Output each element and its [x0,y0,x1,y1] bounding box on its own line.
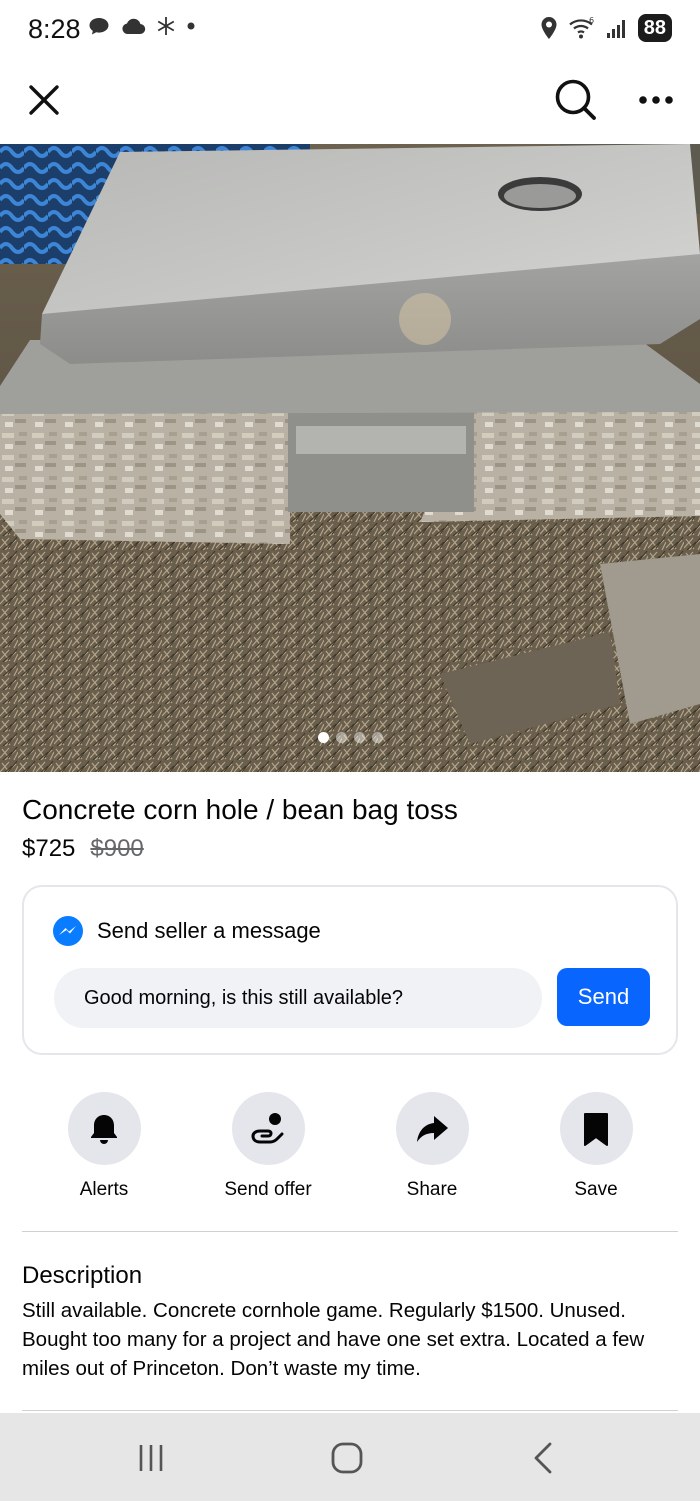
search-button[interactable] [546,70,606,130]
listing-price: $725 [22,835,76,862]
send-offer-label: Send offer [224,1179,312,1200]
status-time: 8:28 [28,14,81,44]
divider [22,1410,678,1411]
message-input[interactable]: Good morning, is this still available? [54,968,542,1028]
send-button[interactable]: Send [557,968,650,1026]
more-options-button[interactable] [626,70,686,130]
wifi-icon: 6 [569,16,594,39]
action-row: Alerts Send offer Share Save [0,1092,700,1212]
notification-icons [88,16,196,36]
share-label: Share [406,1179,458,1200]
recent-apps-icon [139,1445,163,1471]
location-icon [541,17,557,39]
save-button[interactable]: Save [516,1092,676,1201]
offer-hand-icon [251,1112,284,1143]
bookmark-icon [584,1112,608,1146]
send-offer-circle[interactable] [231,1092,305,1165]
original-price: $900 [90,835,144,862]
message-input-value: Good morning, is this still available? [84,986,404,1009]
listing-title: Concrete corn hole / bean bag toss [22,794,458,825]
search-icon [555,79,596,120]
home-button[interactable] [317,1433,377,1483]
divider [22,1231,678,1232]
messenger-icon [53,916,83,946]
save-circle[interactable] [559,1092,633,1165]
alerts-button[interactable]: Alerts [24,1092,184,1201]
share-arrow-icon [417,1115,448,1142]
save-label: Save [574,1179,618,1200]
chat-bubble-icon [89,18,109,35]
recent-apps-button[interactable] [121,1433,181,1483]
top-nav [0,60,700,144]
status-bar: 8:28 6 88 [0,0,700,60]
pagination-dot[interactable] [317,732,329,743]
signal-icon [606,20,625,38]
alerts-label: Alerts [79,1179,129,1200]
send-message-card: Send seller a message Good morning, is t… [22,885,678,1055]
share-button[interactable]: Share [352,1092,512,1201]
description-text: Still available. Concrete cornhole game.… [22,1299,645,1380]
close-icon [29,85,59,115]
pagination-dot[interactable] [335,732,347,743]
system-navigation-bar [0,1413,700,1501]
status-right-icons: 6 88 [540,14,672,42]
message-card-title: Send seller a message [97,918,321,943]
listing-photo[interactable] [0,144,700,772]
cloud-icon [122,18,146,35]
back-button[interactable] [513,1433,573,1483]
photo-pagination-dots [0,732,700,743]
home-icon [331,1442,363,1474]
cornhole-board-photo [0,144,700,772]
battery-indicator: 88 [637,14,672,42]
share-circle[interactable] [395,1092,469,1165]
back-chevron-icon [534,1442,552,1474]
pagination-dot[interactable] [371,732,383,743]
bell-icon [91,1114,117,1144]
pagination-dot[interactable] [353,732,365,743]
message-card-header: Send seller a message [52,915,321,947]
snowflake-icon [157,17,175,35]
alerts-circle[interactable] [67,1092,141,1165]
price-row: $725 $900 [22,835,144,863]
svg-text:6: 6 [589,16,594,25]
description-heading: Description [22,1262,143,1289]
send-offer-button[interactable]: Send offer [188,1092,348,1201]
more-dots-icon [639,96,673,104]
dot-icon [187,22,195,30]
close-button[interactable] [14,70,74,130]
